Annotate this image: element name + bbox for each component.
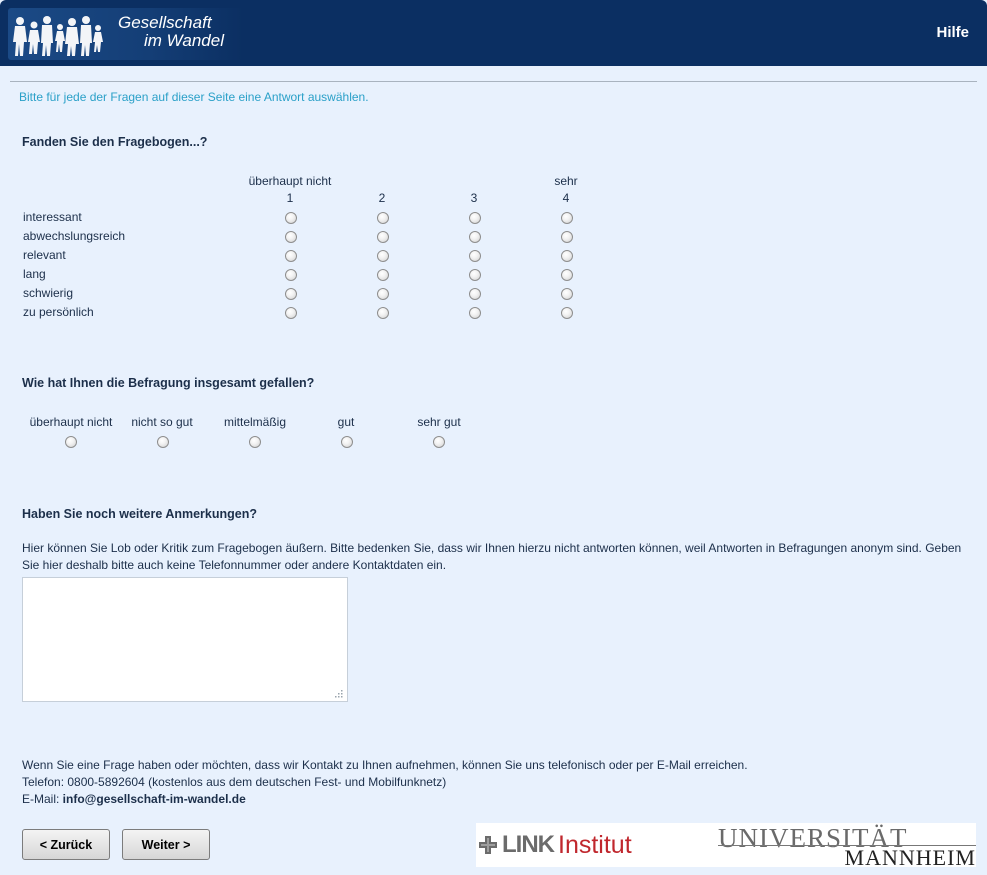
q1-radio[interactable] bbox=[561, 307, 573, 319]
q1-row-label: zu persönlich bbox=[23, 305, 94, 319]
q2-radio[interactable] bbox=[249, 436, 261, 448]
q1-radio[interactable] bbox=[469, 307, 481, 319]
people-silhouette-icon bbox=[13, 16, 103, 56]
q1-radio[interactable] bbox=[469, 212, 481, 224]
contact-email-row: E-Mail: info@gesellschaft-im-wandel.de bbox=[22, 791, 922, 808]
q1-radio[interactable] bbox=[377, 250, 389, 262]
contact-info: Wenn Sie eine Frage haben oder möchten, … bbox=[22, 757, 922, 808]
q1-radio[interactable] bbox=[285, 307, 297, 319]
q2-option-label: nicht so gut bbox=[131, 415, 193, 429]
q2-option-label: gut bbox=[337, 415, 355, 429]
q2-option-label: sehr gut bbox=[417, 415, 461, 429]
q1-radio[interactable] bbox=[285, 231, 297, 243]
contact-phone: Telefon: 0800-5892604 (kostenlos aus dem… bbox=[22, 775, 447, 789]
link-institut-logo: LINK Institut bbox=[478, 831, 632, 859]
q1-radio[interactable] bbox=[377, 212, 389, 224]
q1-scale-high-label: sehr bbox=[554, 174, 578, 188]
logo-line1: Gesellschaft bbox=[118, 13, 212, 32]
survey-page: Gesellschaft im Wandel Hilfe Bitte für j… bbox=[0, 0, 987, 875]
link-word: LINK bbox=[502, 831, 555, 858]
q1-radio[interactable] bbox=[469, 269, 481, 281]
q3-description: Hier können Sie Lob oder Kritik zum Frag… bbox=[22, 541, 962, 572]
q1-row-label: lang bbox=[23, 267, 46, 281]
q1-radio[interactable] bbox=[285, 288, 297, 300]
q1-radio[interactable] bbox=[561, 269, 573, 281]
contact-email: info@gesellschaft-im-wandel.de bbox=[62, 792, 246, 806]
q1-scale-number: 2 bbox=[378, 191, 386, 205]
institut-word: Institut bbox=[558, 830, 632, 859]
q1-row-label: abwechslungsreich bbox=[23, 229, 126, 243]
q1-scale-number: 4 bbox=[562, 191, 570, 205]
uni-line2: MANNHEIM bbox=[844, 845, 976, 870]
q2-radio[interactable] bbox=[157, 436, 169, 448]
q1-radio[interactable] bbox=[285, 250, 297, 262]
q1-radio[interactable] bbox=[285, 212, 297, 224]
help-link[interactable]: Hilfe bbox=[936, 24, 969, 41]
logo-text: Gesellschaft im Wandel bbox=[118, 14, 242, 50]
back-button[interactable]: < Zurück bbox=[22, 829, 110, 860]
q1-radio[interactable] bbox=[469, 288, 481, 300]
q1-radio[interactable] bbox=[561, 250, 573, 262]
q1-scale-number: 3 bbox=[470, 191, 478, 205]
q1-row-label: interessant bbox=[23, 210, 82, 224]
q1-radio[interactable] bbox=[377, 307, 389, 319]
q1-scale-number: 1 bbox=[286, 191, 294, 205]
instruction-text: Bitte für jede der Fragen auf dieser Sei… bbox=[19, 90, 369, 104]
cross-icon bbox=[479, 836, 497, 854]
resize-grip-icon[interactable] bbox=[333, 688, 343, 698]
logo-line2: im Wandel bbox=[144, 31, 224, 50]
q1-radio[interactable] bbox=[285, 269, 297, 281]
sponsor-logos: LINK Institut UNIVERSITÄT MANNHEIM bbox=[476, 823, 976, 870]
header-bar: Gesellschaft im Wandel Hilfe bbox=[0, 0, 987, 66]
comment-textarea[interactable] bbox=[22, 577, 348, 702]
q1-radio[interactable] bbox=[377, 231, 389, 243]
q1-radio[interactable] bbox=[469, 250, 481, 262]
q1-radio[interactable] bbox=[377, 288, 389, 300]
contact-email-label: E-Mail: bbox=[22, 792, 63, 806]
uni-mannheim-logo: UNIVERSITÄT MANNHEIM bbox=[718, 823, 976, 870]
divider bbox=[10, 81, 977, 82]
logo: Gesellschaft im Wandel bbox=[8, 8, 243, 60]
q2-radio[interactable] bbox=[341, 436, 353, 448]
q2-title: Wie hat Ihnen die Befragung insgesamt ge… bbox=[22, 376, 315, 390]
contact-line: Wenn Sie eine Frage haben oder möchten, … bbox=[22, 758, 748, 772]
q1-row-label: schwierig bbox=[23, 286, 74, 300]
q2-radio[interactable] bbox=[65, 436, 77, 448]
q1-radio[interactable] bbox=[561, 288, 573, 300]
q1-radio[interactable] bbox=[469, 231, 481, 243]
q3-title: Haben Sie noch weitere Anmerkungen? bbox=[22, 507, 258, 521]
q2-radio[interactable] bbox=[433, 436, 445, 448]
q1-scale-low-label: überhaupt nicht bbox=[248, 174, 332, 188]
q1-radio[interactable] bbox=[561, 231, 573, 243]
q2-option-label: überhaupt nicht bbox=[29, 415, 113, 429]
q1-title: Fanden Sie den Fragebogen...? bbox=[22, 135, 208, 149]
q1-radio[interactable] bbox=[561, 212, 573, 224]
next-button[interactable]: Weiter > bbox=[122, 829, 210, 860]
q1-row-label: relevant bbox=[23, 248, 66, 262]
q2-option-label: mittelmäßig bbox=[223, 415, 286, 429]
q1-radio[interactable] bbox=[377, 269, 389, 281]
